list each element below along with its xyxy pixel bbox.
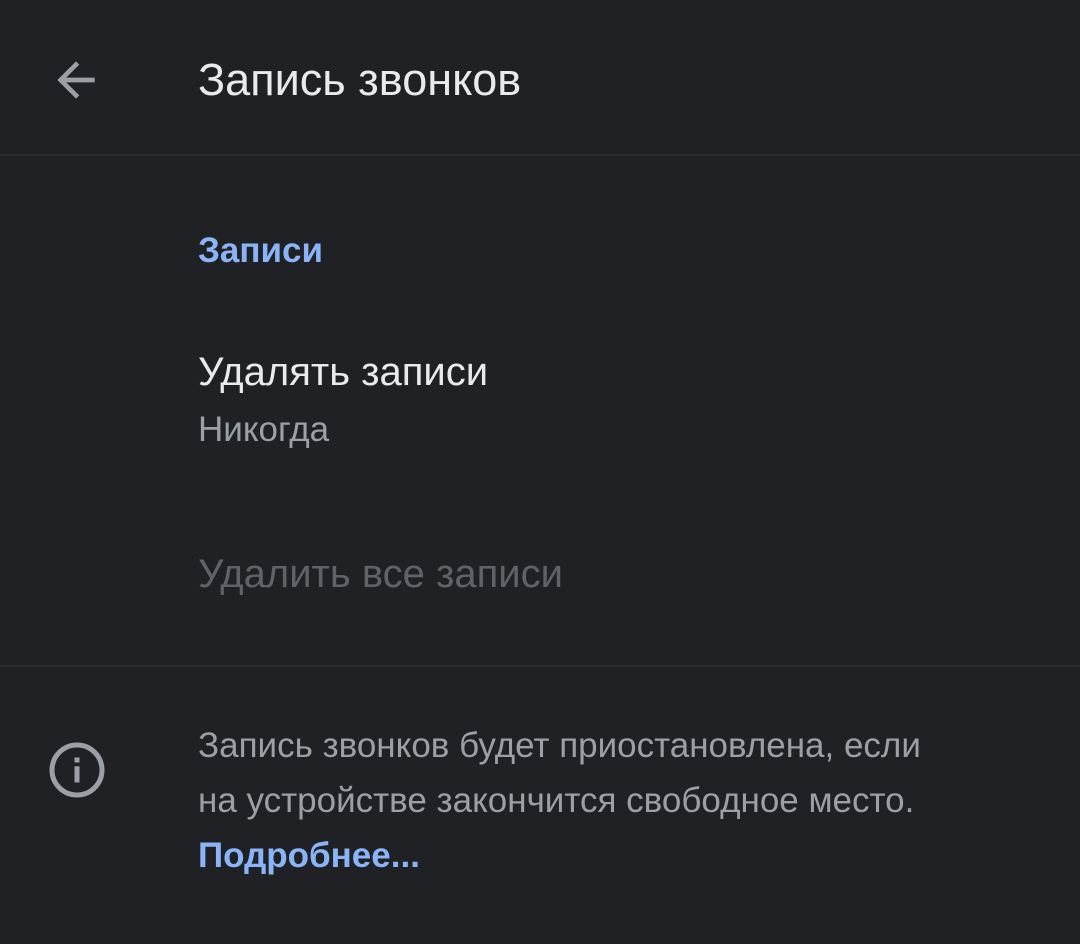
page-title: Запись звонков [198, 54, 522, 105]
storage-info-line-1: Запись звонков будет приостановлена, есл… [198, 726, 921, 765]
delete-records-summary: Никогда [198, 410, 330, 449]
section-header-records: Записи [198, 231, 324, 270]
divider [0, 665, 1080, 667]
arrow-back-icon [57, 61, 95, 99]
storage-info-text: Запись звонков будет приостановлена, есл… [198, 718, 1048, 883]
info-icon [49, 742, 105, 798]
delete-records-preference[interactable]: Удалять записи Никогда [0, 330, 1080, 470]
app-bar: Запись звонков [0, 0, 1080, 156]
delete-records-title: Удалять записи [198, 350, 489, 394]
back-button[interactable] [36, 40, 116, 120]
learn-more-link[interactable]: Подробнее... [198, 828, 420, 883]
delete-all-records-preference[interactable]: Удалить все записи [0, 530, 1080, 626]
delete-all-records-title: Удалить все записи [198, 552, 563, 596]
storage-info-line-2: на устройстве закончится свободное место… [198, 781, 915, 820]
